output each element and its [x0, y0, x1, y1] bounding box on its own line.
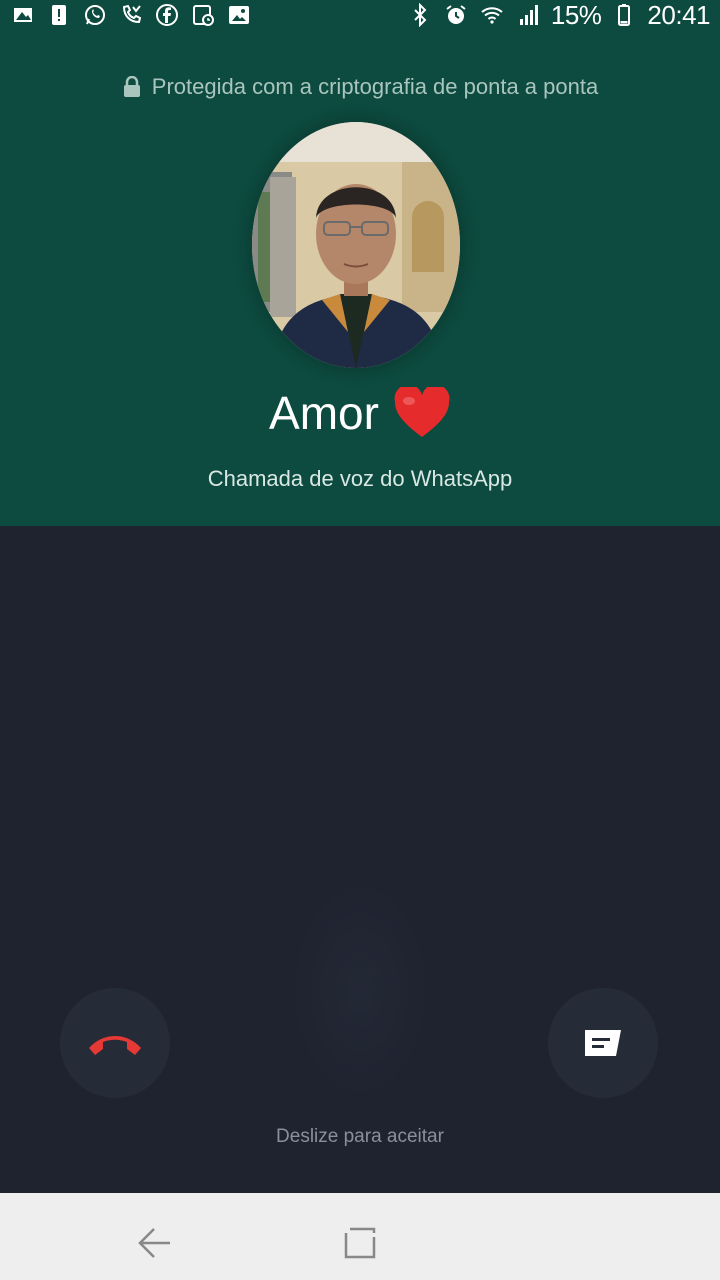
message-icon — [585, 1030, 621, 1056]
encryption-notice: Protegida com a criptografia de ponta a … — [0, 74, 720, 100]
gallery-icon — [226, 3, 252, 27]
contact-avatar — [252, 122, 460, 368]
lock-icon — [123, 76, 140, 97]
missed-call-icon — [118, 3, 144, 27]
call-header-panel: Protegida com a criptografia de ponta a … — [0, 30, 720, 526]
recent-apps-icon[interactable] — [340, 1223, 380, 1263]
bluetooth-icon — [407, 3, 433, 27]
encryption-text: Protegida com a criptografia de ponta a … — [151, 74, 599, 99]
status-bar: 15% 20:41 — [0, 0, 720, 30]
system-nav-bar — [0, 1193, 720, 1280]
wifi-icon — [479, 3, 505, 27]
whatsapp-icon — [82, 3, 108, 27]
image-clock-icon — [190, 3, 216, 27]
status-bar-right: 15% 20:41 — [407, 0, 710, 31]
signal-icon — [515, 3, 541, 27]
contact-name-row: Amor — [0, 386, 720, 440]
reply-message-button[interactable] — [548, 988, 658, 1098]
facebook-icon — [154, 3, 180, 27]
battery-icon — [611, 3, 637, 27]
heart-icon — [394, 387, 450, 437]
decline-call-icon — [89, 1036, 141, 1055]
decline-call-button[interactable] — [60, 988, 170, 1098]
contact-name: Amor — [269, 387, 379, 439]
swipe-accept-area[interactable] — [290, 880, 430, 1100]
back-icon[interactable] — [134, 1223, 174, 1263]
swipe-hint: Deslize para aceitar — [276, 1126, 444, 1147]
status-bar-left — [10, 3, 252, 27]
alarm-icon — [443, 3, 469, 27]
sim-card-icon — [10, 3, 36, 27]
alert-icon — [46, 3, 72, 27]
battery-percent: 15% — [550, 0, 602, 30]
call-type-label: Chamada de voz do WhatsApp — [207, 466, 513, 491]
status-time: 20:41 — [647, 0, 710, 30]
